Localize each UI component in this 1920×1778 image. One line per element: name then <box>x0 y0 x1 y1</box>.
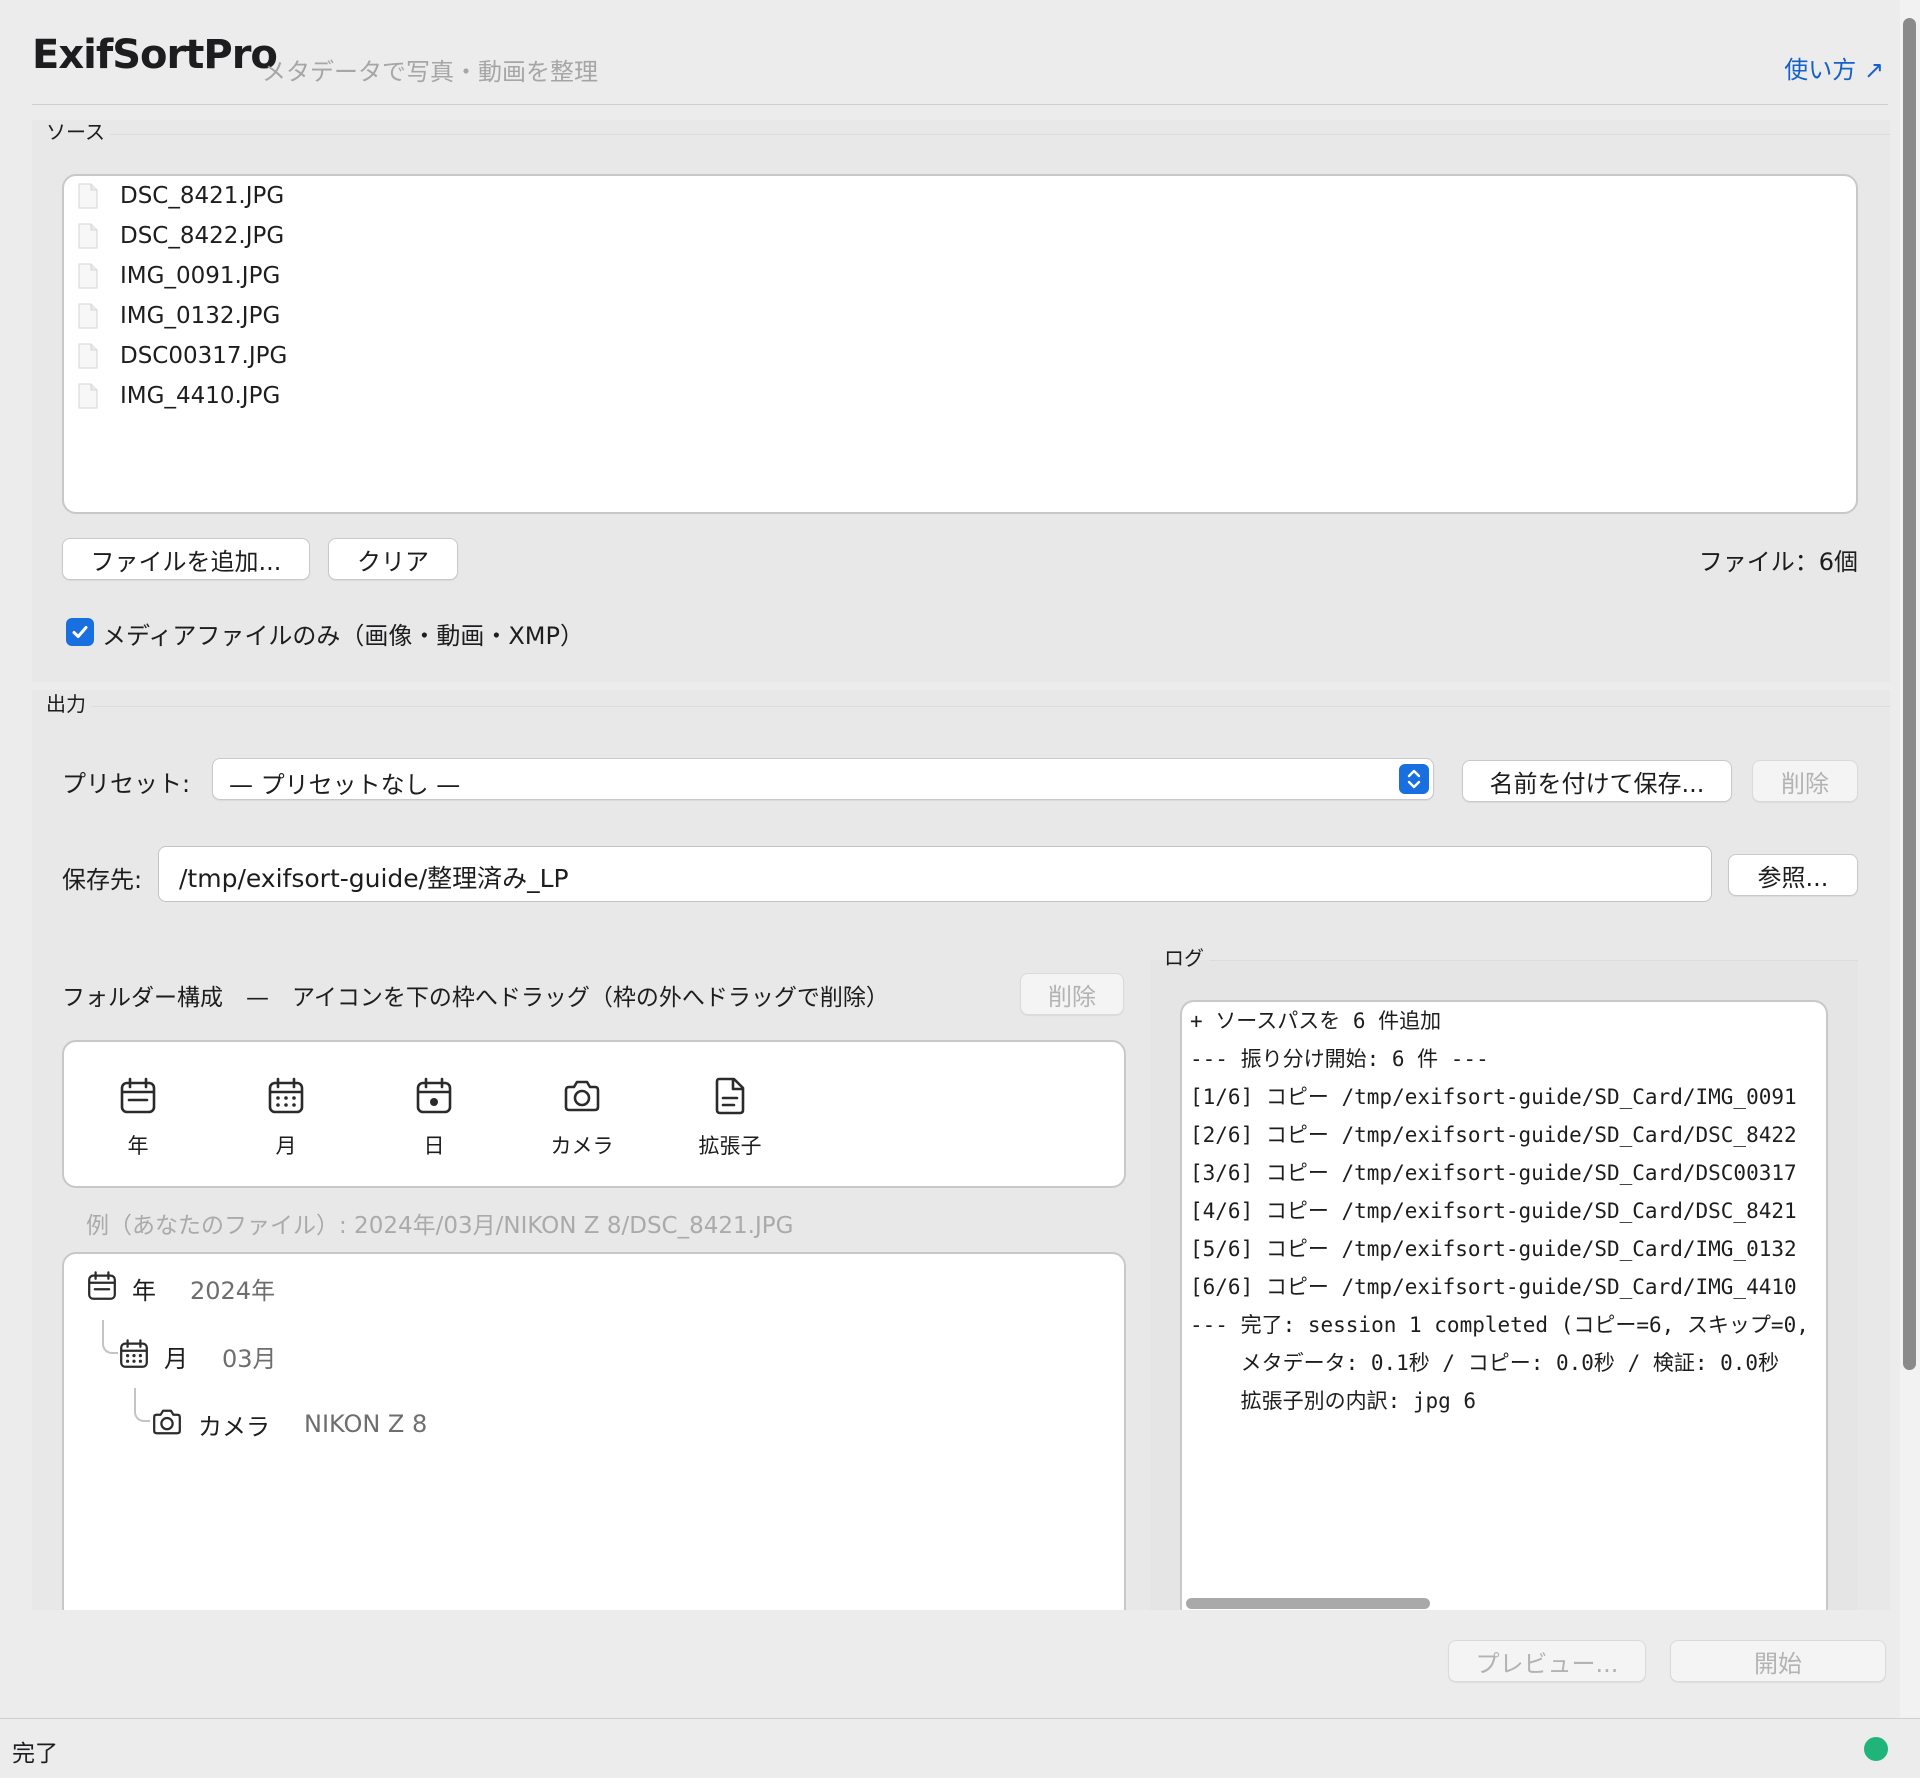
log-line: + ソースパスを 6 件追加 <box>1190 1009 1442 1033</box>
file-name: DSC00317.JPG <box>120 343 288 369</box>
token-camera-label: カメラ <box>550 1134 614 1158</box>
list-item[interactable]: IMG_0132.JPG <box>78 296 280 336</box>
log-group-label: ログ <box>1164 946 1204 970</box>
log-line: [2/6] コピー /tmp/exifsort-guide/SD_Card/DS… <box>1190 1123 1797 1147</box>
log-line: --- 振り分け開始: 6 件 --- <box>1190 1047 1489 1071</box>
browse-button[interactable]: 参照... <box>1728 854 1858 896</box>
tree-node-label: 年 <box>132 1276 156 1305</box>
preset-label: プリセット: <box>62 770 191 798</box>
calendar-year-icon <box>118 1076 158 1120</box>
list-item[interactable]: DSC_8422.JPG <box>78 216 284 256</box>
log-line: 拡張子別の内訳: jpg 6 <box>1190 1389 1477 1413</box>
tree-node-label: 月 <box>164 1344 188 1373</box>
log-line: --- 完了: session 1 completed (コピー=6, スキップ… <box>1190 1313 1809 1337</box>
preview-button[interactable]: プレビュー... <box>1448 1640 1646 1682</box>
log-line: [6/6] コピー /tmp/exifsort-guide/SD_Card/IM… <box>1190 1275 1797 1299</box>
tree-connector <box>102 1320 118 1354</box>
log-line: [1/6] コピー /tmp/exifsort-guide/SD_Card/IM… <box>1190 1085 1797 1109</box>
tree-node-year[interactable]: 年 2024年 <box>86 1268 275 1308</box>
app-subtitle: メタデータで写真・動画を整理 <box>262 58 598 86</box>
file-name: IMG_0132.JPG <box>120 303 281 329</box>
output-group-label: 出力 <box>46 692 86 716</box>
save-preset-button[interactable]: 名前を付けて保存... <box>1462 760 1732 802</box>
tree-node-month[interactable]: 月 03月 <box>118 1336 277 1376</box>
log-line: [4/6] コピー /tmp/exifsort-guide/SD_Card/DS… <box>1190 1199 1797 1223</box>
source-file-list[interactable] <box>62 174 1858 514</box>
camera-icon <box>561 1076 603 1120</box>
select-chevron-icon <box>1399 764 1429 794</box>
folder-structure-title: フォルダー構成 — アイコンを下の枠へドラッグ（枠の外へドラッグで削除） <box>62 985 889 1011</box>
token-camera[interactable]: カメラ <box>532 1076 632 1160</box>
file-name: DSC_8421.JPG <box>120 183 285 209</box>
camera-icon <box>150 1406 184 1442</box>
log-line: メタデータ: 0.1秒 / コピー: 0.0秒 / 検証: 0.0秒 <box>1190 1351 1780 1375</box>
header-divider <box>32 104 1888 105</box>
clear-button[interactable]: クリア <box>328 538 458 580</box>
file-name: IMG_0091.JPG <box>120 263 281 289</box>
tree-node-camera[interactable]: カメラ NIKON Z 8 <box>150 1404 427 1444</box>
log-line: [5/6] コピー /tmp/exifsort-guide/SD_Card/IM… <box>1190 1237 1797 1261</box>
destination-input[interactable]: /tmp/exifsort-guide/整理済み_LP <box>158 846 1712 902</box>
calendar-month-icon <box>266 1076 306 1120</box>
status-bar <box>0 1718 1920 1778</box>
calendar-month-icon <box>118 1338 150 1374</box>
source-group-line <box>110 134 1890 135</box>
folder-delete-button[interactable]: 削除 <box>1020 973 1124 1015</box>
app-title: ExifSortPro <box>32 32 278 78</box>
file-icon <box>78 263 98 289</box>
file-name: IMG_4410.JPG <box>120 383 281 409</box>
list-item[interactable]: DSC00317.JPG <box>78 336 287 376</box>
token-month[interactable]: 月 <box>236 1076 336 1160</box>
calendar-day-icon <box>414 1076 454 1120</box>
start-button[interactable]: 開始 <box>1670 1640 1886 1682</box>
add-files-button[interactable]: ファイルを追加... <box>62 538 310 580</box>
folder-example: 例（あなたのファイル）: 2024年/03月/NIKON Z 8/DSC_842… <box>86 1213 794 1239</box>
token-month-label: 月 <box>275 1134 297 1158</box>
log-line: [3/6] コピー /tmp/exifsort-guide/SD_Card/DS… <box>1190 1161 1797 1185</box>
status-text: 完了 <box>12 1741 58 1767</box>
file-name: DSC_8422.JPG <box>120 223 285 249</box>
delete-preset-button[interactable]: 削除 <box>1752 760 1858 802</box>
tree-node-value: NIKON Z 8 <box>304 1410 428 1438</box>
tree-connector <box>134 1388 150 1422</box>
preset-select[interactable]: — プリセットなし — <box>212 758 1434 800</box>
token-year-label: 年 <box>127 1134 149 1158</box>
tree-node-value: 03月 <box>222 1344 277 1373</box>
window-scrollbar-thumb[interactable] <box>1903 18 1916 1370</box>
file-icon <box>78 383 98 409</box>
calendar-year-icon <box>86 1270 118 1306</box>
log-horizontal-scrollbar[interactable] <box>1186 1598 1430 1609</box>
media-only-label: メディアファイルのみ（画像・動画・XMP） <box>102 622 584 650</box>
destination-label: 保存先: <box>62 866 143 894</box>
preset-select-value: — プリセットなし — <box>229 771 461 799</box>
destination-input-value: /tmp/exifsort-guide/整理済み_LP <box>179 864 569 893</box>
output-group-line <box>92 706 1890 707</box>
media-only-checkbox[interactable] <box>66 618 94 646</box>
list-item[interactable]: IMG_0091.JPG <box>78 256 280 296</box>
status-indicator <box>1864 1737 1888 1761</box>
token-extension[interactable]: 拡張子 <box>680 1076 780 1160</box>
file-icon <box>78 223 98 249</box>
token-day-label: 日 <box>423 1134 445 1158</box>
file-icon <box>78 343 98 369</box>
document-icon <box>710 1076 750 1120</box>
file-count: ファイル：6個 <box>1698 548 1858 576</box>
tree-node-label: カメラ <box>198 1412 270 1441</box>
tree-node-value: 2024年 <box>190 1276 276 1305</box>
file-icon <box>78 303 98 329</box>
list-item[interactable]: IMG_4410.JPG <box>78 376 280 416</box>
log-group-line <box>1210 960 1858 961</box>
window-vertical-scrollbar[interactable] <box>1900 0 1920 1718</box>
token-day[interactable]: 日 <box>384 1076 484 1160</box>
list-item[interactable]: DSC_8421.JPG <box>78 176 284 216</box>
token-year[interactable]: 年 <box>88 1076 188 1160</box>
source-group-label: ソース <box>46 120 105 144</box>
help-link[interactable]: 使い方 ↗ <box>1784 50 1884 85</box>
file-icon <box>78 183 98 209</box>
token-extension-label: 拡張子 <box>698 1134 762 1158</box>
